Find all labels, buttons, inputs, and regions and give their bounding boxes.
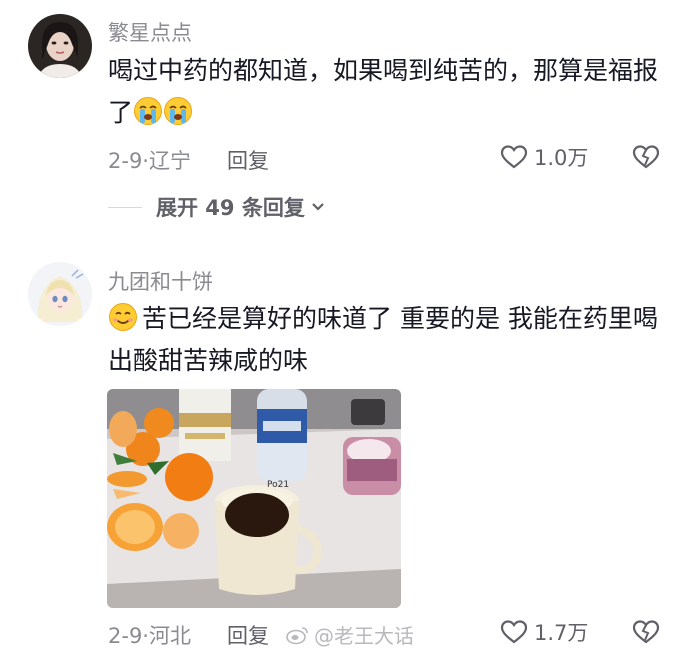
comment-text: 苦已经是算好的味道了 重要的是 我能在药里喝出酸甜苦辣咸的味: [108, 298, 668, 382]
username[interactable]: 九团和十饼: [108, 266, 213, 296]
svg-text:Po21: Po21: [267, 480, 289, 490]
comment-2: 九团和十饼 苦已经是算好的味道了 重要的是 我能在药里喝出酸甜苦辣咸的味 Po2…: [0, 0, 690, 649]
smiling-face-icon: [108, 302, 138, 332]
watermark: @老王大话: [286, 620, 414, 649]
date-location: 2-9·河北: [108, 624, 191, 648]
medicine-table-photo: Po21: [107, 389, 401, 608]
comment-body: 苦已经是算好的味道了 重要的是 我能在药里喝出酸甜苦辣咸的味: [108, 304, 658, 375]
heart-icon: [500, 620, 528, 644]
weibo-logo-icon: [286, 626, 308, 644]
reply-button[interactable]: 回复: [227, 624, 269, 648]
like-button[interactable]: 1.7万: [500, 617, 588, 647]
dislike-button[interactable]: [632, 618, 660, 646]
watermark-text: @老王大话: [314, 624, 414, 648]
avatar[interactable]: [28, 262, 92, 326]
avatar-anime-girl-icon: [28, 262, 92, 326]
comment-meta: 2-9·河北 回复: [108, 620, 269, 650]
comment-image[interactable]: Po21: [107, 389, 401, 608]
broken-heart-icon: [632, 620, 660, 644]
like-count: 1.7万: [534, 621, 589, 645]
